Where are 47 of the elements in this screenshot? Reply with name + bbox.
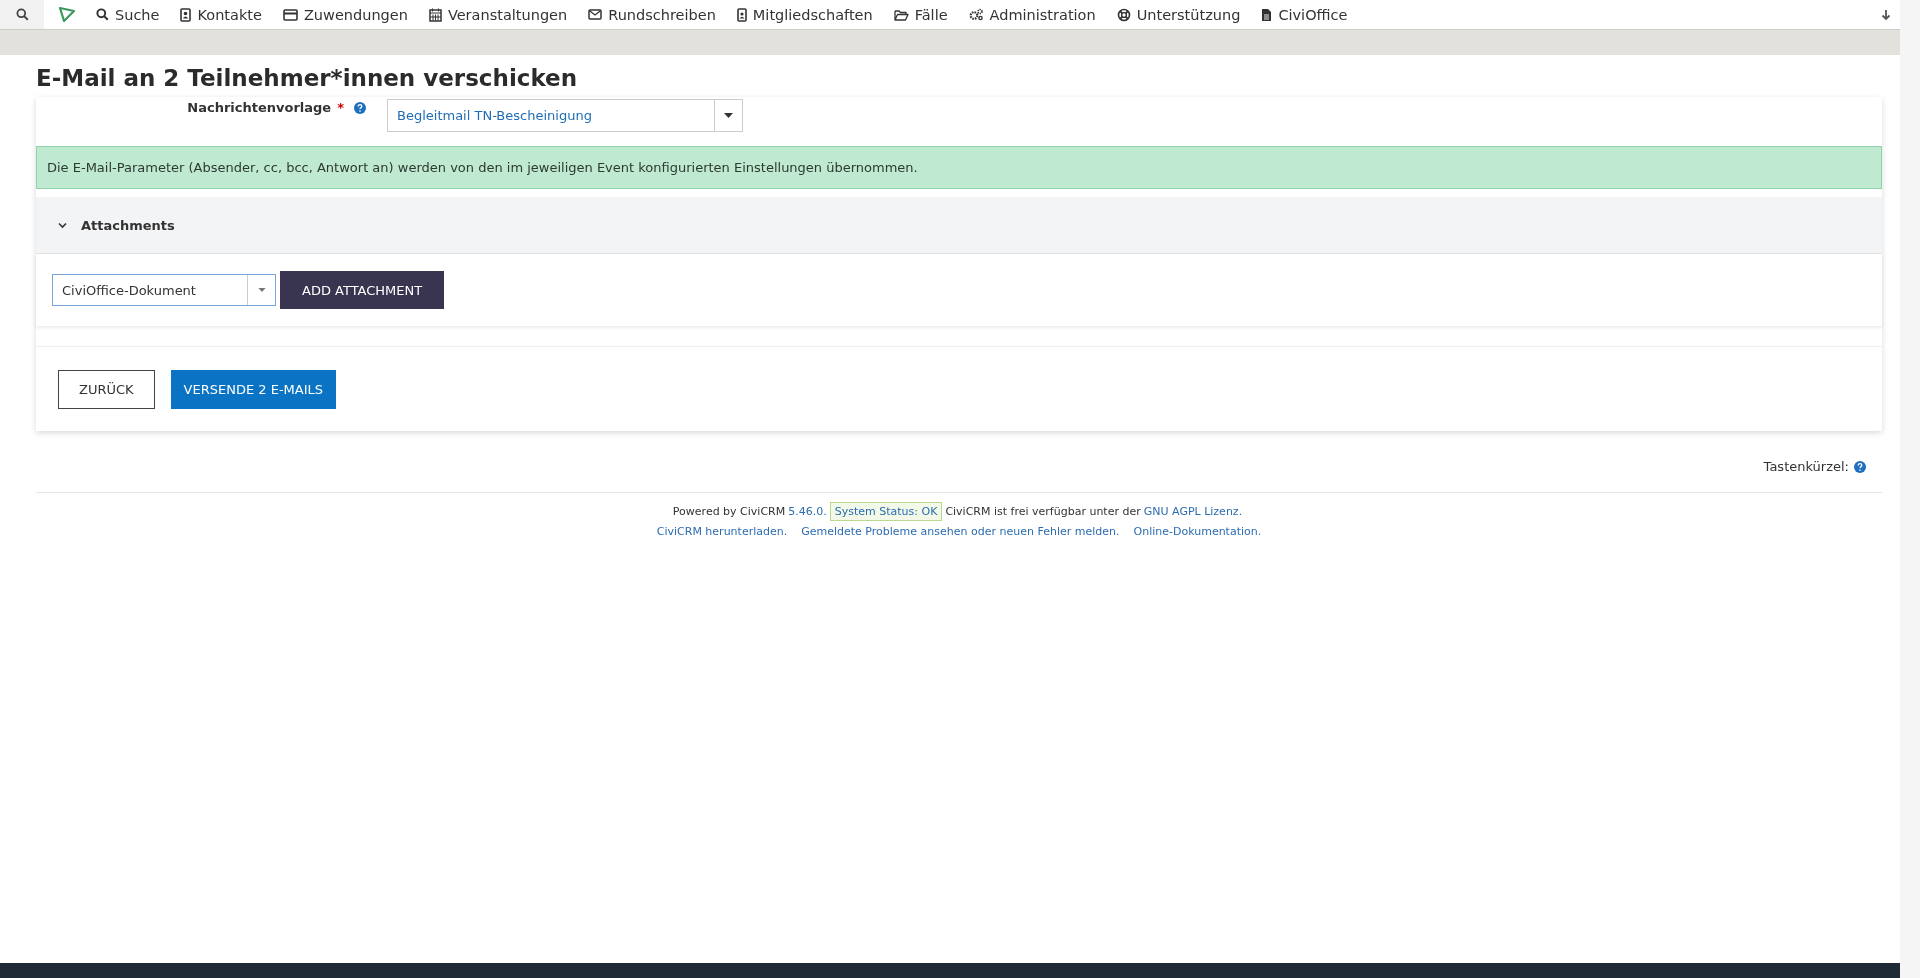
info-alert: Die E-Mail-Parameter (Absender, cc, bcc, Antwort an) werden von den im jeweiligen Event konfigurierten Einstellungen übernommen.: [36, 146, 1882, 189]
help-icon[interactable]: [1854, 460, 1866, 473]
menu-item[interactable]: Administration: [968, 6, 1096, 23]
shortcuts-label: Tastenkürzel:: [1763, 459, 1849, 474]
menu-item[interactable]: Zuwendungen: [282, 6, 408, 23]
caret-icon: [257, 288, 266, 292]
back-button[interactable]: ZURÜCK: [58, 370, 155, 409]
menu-item[interactable]: CiviOffice: [1261, 6, 1348, 23]
license-text: CiviCRM ist frei verfügbar unter der: [945, 505, 1141, 518]
credit-card-icon: [282, 8, 298, 21]
required-mark: *: [337, 100, 344, 115]
triangle-logo-icon[interactable]: [58, 6, 76, 23]
search-icon: [15, 8, 29, 21]
license-link[interactable]: GNU AGPL Lizenz.: [1143, 505, 1243, 518]
send-button[interactable]: VERSENDE 2 E-MAILS: [170, 370, 336, 409]
menu-item[interactable]: Rundschreiben: [588, 6, 716, 23]
menu-item[interactable]: Unterstützung: [1116, 6, 1241, 23]
attachments-header[interactable]: Attachments: [36, 197, 1882, 254]
version-link[interactable]: 5.46.0.: [788, 505, 827, 518]
powered-by-text: Powered by CiviCRM: [672, 505, 786, 518]
field-label: Nachrichtenvorlage: [187, 100, 332, 115]
menu-item[interactable]: Veranstaltungen: [428, 6, 568, 23]
folder-icon: [893, 8, 909, 21]
id-badge-icon: [736, 7, 747, 22]
system-status-badge[interactable]: System Status: OK: [829, 502, 943, 521]
contact-card-icon: [180, 7, 192, 22]
lifebuoy-icon: [1116, 7, 1131, 22]
menu-item[interactable]: Mitgliedschaften: [736, 6, 873, 23]
attachment-type-select[interactable]: CiviOffice-Dokument: [52, 274, 276, 306]
gears-icon: [968, 8, 984, 21]
calendar-icon: [428, 7, 442, 22]
help-icon[interactable]: [354, 101, 366, 114]
menu-item[interactable]: Kontakte: [180, 6, 262, 23]
document-icon: [1261, 7, 1273, 22]
envelope-icon: [588, 9, 603, 20]
quick-search-button[interactable]: [0, 0, 44, 29]
menu-item[interactable]: Suche: [96, 6, 160, 23]
menu-item[interactable]: Fälle: [893, 6, 948, 23]
add-attachment-button[interactable]: ADD ATTACHMENT: [280, 271, 445, 309]
page-title: E-Mail an 2 Teilnehmer*innen verschicken: [36, 65, 579, 91]
footer-link[interactable]: Gemeldete Probleme ansehen oder neuen Fehler melden.: [801, 525, 1120, 538]
caret-icon: [724, 113, 733, 118]
footer-link[interactable]: CiviCRM herunterladen.: [656, 525, 788, 538]
down-arrow-icon[interactable]: [1881, 8, 1891, 21]
footer-link[interactable]: Online-Dokumentation.: [1133, 525, 1262, 538]
template-select[interactable]: Begleitmail TN-Bescheinigung: [387, 99, 743, 132]
search-icon: [96, 8, 109, 21]
